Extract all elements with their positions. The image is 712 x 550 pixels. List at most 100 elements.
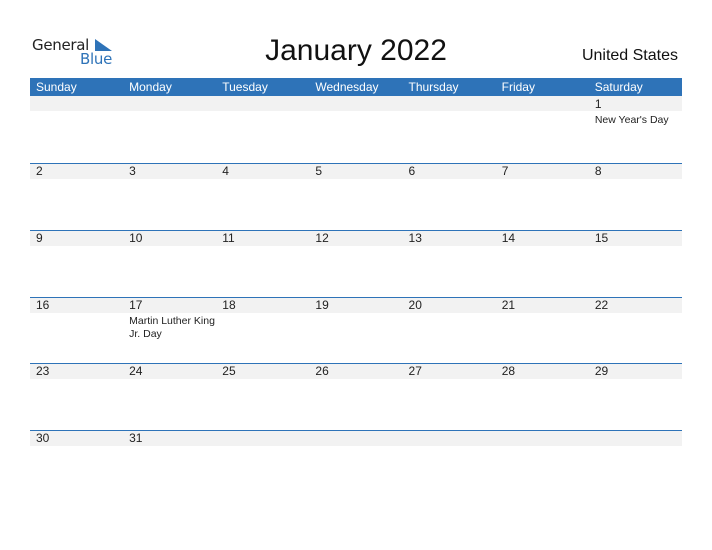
day-number [222, 96, 309, 112]
week-row: 1 New Year's Day [30, 96, 682, 163]
weekday-wednesday: Wednesday [315, 80, 379, 94]
day-number: 28 [501, 364, 516, 378]
week-row: 30 31 [30, 430, 682, 497]
day-number: 23 [36, 364, 50, 378]
day-number: 8 [594, 164, 602, 178]
day-cell: 28 [496, 363, 589, 430]
day-cell: 9 [30, 230, 123, 297]
day-number [409, 96, 496, 112]
day-number [222, 430, 309, 446]
day-cell: 24 [123, 363, 216, 430]
day-cell: 18 [216, 297, 309, 364]
day-cell: 22 [589, 297, 682, 364]
day-number: 31 [129, 431, 143, 445]
week-row: 9 10 11 12 13 14 15 [30, 230, 682, 297]
day-cell: 3 [123, 163, 216, 230]
week-row: 2 3 4 5 6 7 8 [30, 163, 682, 230]
day-number [129, 96, 216, 112]
week-row: 16 17 Martin Luther King Jr. Day 18 19 20 21 22 [30, 297, 682, 364]
weekday-sunday: Sunday [36, 80, 77, 94]
day-number [36, 96, 123, 112]
day-number: 10 [129, 231, 143, 245]
day-number: 3 [129, 164, 136, 178]
day-number: 30 [36, 431, 50, 445]
day-cell [496, 96, 589, 163]
weekday-saturday: Saturday [594, 80, 643, 94]
day-cell: 26 [309, 363, 402, 430]
day-number: 5 [315, 164, 323, 178]
weekday-header: Sunday Monday Tuesday Wednesday Thursday… [30, 78, 682, 96]
day-number: 6 [408, 164, 416, 178]
day-number: 24 [129, 364, 143, 378]
day-number: 13 [408, 231, 422, 245]
day-number [409, 430, 496, 446]
day-number: 19 [315, 298, 329, 312]
day-number [502, 430, 589, 446]
day-number: 25 [222, 364, 236, 378]
day-number [315, 96, 402, 112]
day-cell: 2 [30, 163, 123, 230]
day-cell: 14 [496, 230, 589, 297]
weekday-thursday: Thursday [408, 80, 459, 94]
day-number: 26 [315, 364, 329, 378]
week-row: 23 24 25 26 27 28 29 [30, 363, 682, 430]
weekday-friday: Friday [501, 80, 535, 94]
day-cell: 13 [403, 230, 496, 297]
day-cell [123, 96, 216, 163]
day-cell: 7 [496, 163, 589, 230]
day-cell: 23 [30, 363, 123, 430]
day-cell: 27 [403, 363, 496, 430]
day-number: 22 [594, 298, 609, 312]
day-cell [216, 96, 309, 163]
day-cell [309, 430, 402, 497]
day-cell: 11 [216, 230, 309, 297]
day-cell: 1 New Year's Day [589, 96, 682, 163]
day-cell [309, 96, 402, 163]
day-cell: 19 [309, 297, 402, 364]
day-number [595, 430, 682, 446]
day-cell: 16 [30, 297, 123, 364]
day-number: 12 [315, 231, 329, 245]
day-cell: 5 [309, 163, 402, 230]
day-number: 7 [501, 164, 509, 178]
day-number: 15 [594, 231, 609, 245]
day-cell: 17 Martin Luther King Jr. Day [123, 297, 216, 364]
day-number: 1 [594, 97, 602, 111]
day-number: 18 [222, 298, 236, 312]
day-cell [216, 430, 309, 497]
day-cell: 8 [589, 163, 682, 230]
day-cell [30, 96, 123, 163]
day-cell: 30 [30, 430, 123, 497]
day-cell [496, 430, 589, 497]
day-number: 2 [36, 164, 43, 178]
day-number [502, 96, 589, 112]
day-cell: 31 [123, 430, 216, 497]
day-number: 29 [594, 364, 609, 378]
day-cell: 6 [403, 163, 496, 230]
day-number: 4 [222, 164, 229, 178]
day-number: 21 [501, 298, 516, 312]
day-cell [403, 96, 496, 163]
holiday-label: New Year's Day [594, 114, 669, 126]
holiday-label: Martin Luther King Jr. Day [129, 315, 215, 340]
day-cell: 20 [403, 297, 496, 364]
day-number [315, 430, 402, 446]
day-cell: 10 [123, 230, 216, 297]
day-cell [589, 430, 682, 497]
day-number: 27 [408, 364, 422, 378]
day-cell: 21 [496, 297, 589, 364]
day-number: 9 [36, 231, 43, 245]
day-number: 17 [129, 298, 143, 312]
day-cell: 29 [589, 363, 682, 430]
weekday-tuesday: Tuesday [222, 80, 268, 94]
country-label: United States [581, 47, 678, 64]
day-cell: 15 [589, 230, 682, 297]
day-cell: 12 [309, 230, 402, 297]
day-number: 16 [36, 298, 50, 312]
day-cell: 4 [216, 163, 309, 230]
weekday-monday: Monday [129, 80, 172, 94]
day-cell [403, 430, 496, 497]
day-number: 20 [408, 298, 422, 312]
day-number: 11 [222, 231, 235, 245]
day-number: 14 [501, 231, 516, 245]
